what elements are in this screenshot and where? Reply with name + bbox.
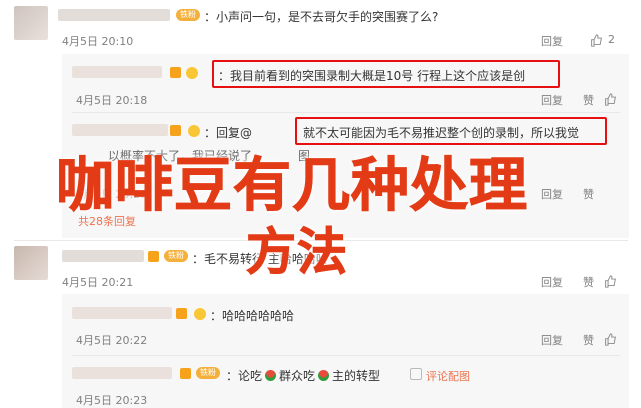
overlay-title-line2: 方法 bbox=[246, 223, 348, 282]
like-label[interactable]: 赞 bbox=[583, 332, 594, 348]
comment-time: 4月5日 20:23 bbox=[76, 394, 148, 407]
like-label[interactable]: 赞 bbox=[583, 274, 594, 290]
emoji-icon bbox=[188, 125, 200, 137]
like-label[interactable]: 赞 bbox=[583, 92, 594, 108]
emoji-icon bbox=[194, 308, 206, 320]
vip-icon bbox=[176, 308, 187, 319]
reply-button[interactable]: 回复 bbox=[541, 33, 563, 49]
comment-time: 4月5日 20:21 bbox=[62, 276, 134, 289]
comment-text: 主的转型 bbox=[332, 369, 381, 383]
like-count: 2 bbox=[608, 33, 615, 46]
like-icon[interactable] bbox=[604, 91, 617, 106]
username[interactable] bbox=[72, 367, 172, 379]
like-icon[interactable] bbox=[590, 32, 603, 47]
vip-icon bbox=[170, 67, 181, 78]
divider bbox=[72, 355, 620, 356]
comment-time: 4月5日 20:22 bbox=[76, 334, 148, 347]
reply-button[interactable]: 回复 bbox=[541, 274, 563, 290]
comment-text: ：小声问一句，是不去哥欠手的突围赛了么? bbox=[204, 10, 439, 24]
comment-text-line: ：论吃 群众吃 主的转型 bbox=[226, 367, 380, 384]
comment-time: 4月5日 20:10 bbox=[62, 35, 134, 48]
like-icon[interactable] bbox=[604, 331, 617, 346]
like-label[interactable]: 赞 bbox=[583, 186, 594, 202]
comment-picture-link[interactable]: 评论配图 bbox=[426, 368, 470, 384]
vip-icon bbox=[148, 251, 159, 262]
comment-text: ：论吃 bbox=[226, 369, 263, 383]
overlay-title-line1: 咖啡豆有几种处理 bbox=[55, 151, 529, 220]
divider bbox=[72, 112, 620, 113]
vip-icon bbox=[170, 125, 181, 136]
reply-button[interactable]: 回复 bbox=[541, 332, 563, 348]
comment-text: 群众吃 bbox=[279, 369, 316, 383]
avatar[interactable] bbox=[14, 246, 48, 280]
vip-icon bbox=[180, 368, 191, 379]
username[interactable] bbox=[62, 250, 144, 262]
username[interactable] bbox=[72, 307, 172, 319]
emoji-icon bbox=[186, 67, 198, 79]
username[interactable] bbox=[72, 124, 168, 136]
fan-badge: 铁粉 bbox=[176, 9, 200, 21]
highlight-box bbox=[212, 60, 560, 88]
fan-badge: 铁粉 bbox=[196, 367, 220, 379]
avatar[interactable] bbox=[14, 6, 48, 40]
username[interactable] bbox=[58, 9, 170, 21]
like-icon[interactable] bbox=[604, 273, 617, 288]
username[interactable] bbox=[72, 66, 162, 78]
image-icon[interactable] bbox=[410, 368, 422, 380]
watermelon-icon bbox=[265, 370, 277, 381]
watermelon-icon bbox=[318, 370, 330, 381]
comment-text: ：哈哈哈哈哈哈 bbox=[210, 309, 295, 323]
reply-button[interactable]: 回复 bbox=[541, 186, 563, 202]
comment-time: 4月5日 20:18 bbox=[76, 94, 148, 107]
fan-badge: 铁粉 bbox=[164, 250, 188, 262]
reply-button[interactable]: 回复 bbox=[541, 92, 563, 108]
